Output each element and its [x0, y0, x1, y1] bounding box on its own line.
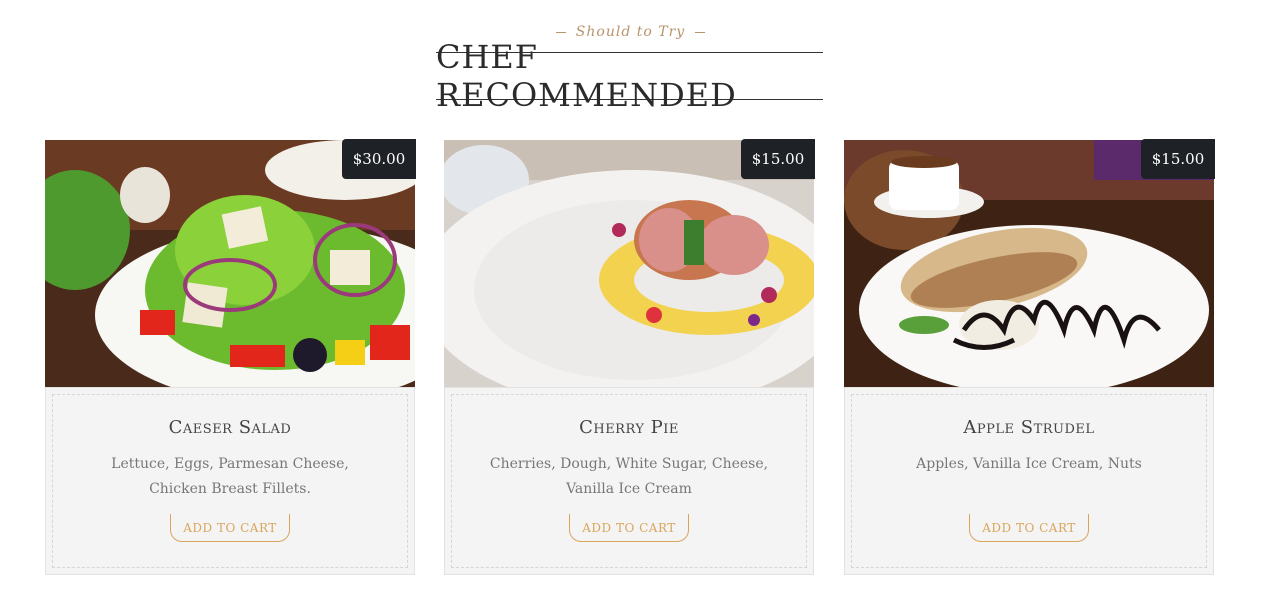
- dish-info-panel: Apple Strudel Apples, Vanilla Ice Cream,…: [844, 387, 1214, 575]
- dish-description: Cherries, Dough, White Sugar, Cheese, Va…: [489, 456, 769, 497]
- section-title-frame: CHEF RECOMMENDED: [436, 38, 823, 114]
- dish-card-apple-strudel: $15.00 Apple Strudel Apples, Vanilla Ice…: [844, 139, 1215, 575]
- add-to-cart-button[interactable]: ADD TO CART: [569, 514, 689, 542]
- dish-name: Apple Strudel: [963, 417, 1095, 438]
- dish-description: Apples, Vanilla Ice Cream, Nuts: [916, 456, 1142, 472]
- add-to-cart-button[interactable]: ADD TO CART: [170, 514, 290, 542]
- dish-info-panel: Cherry Pie Cherries, Dough, White Sugar,…: [444, 387, 814, 575]
- price-badge: $15.00: [1141, 139, 1215, 179]
- price-badge: $30.00: [342, 139, 416, 179]
- dish-description: Lettuce, Eggs, Parmesan Cheese, Chicken …: [111, 456, 349, 497]
- dish-name: Cherry Pie: [579, 417, 679, 438]
- dish-info-panel: Caeser Salad Lettuce, Eggs, Parmesan Che…: [45, 387, 415, 575]
- price-badge: $15.00: [741, 139, 815, 179]
- dash-left-icon: [555, 31, 566, 33]
- dish-card-caeser-salad: $30.00 Caeser Salad Lettuce, Eggs, Parme…: [45, 139, 416, 575]
- dish-info-border: Cherry Pie Cherries, Dough, White Sugar,…: [451, 394, 807, 568]
- dish-card-cherry-pie: $15.00 Cherry Pie Cherries, Dough, White…: [444, 139, 815, 575]
- dish-info-border: Caeser Salad Lettuce, Eggs, Parmesan Che…: [52, 394, 408, 568]
- dish-name: Caeser Salad: [168, 417, 292, 438]
- section-title: CHEF RECOMMENDED: [436, 38, 737, 114]
- dish-info-border: Apple Strudel Apples, Vanilla Ice Cream,…: [851, 394, 1207, 568]
- dash-right-icon: [695, 31, 706, 33]
- add-to-cart-button[interactable]: ADD TO CART: [969, 514, 1089, 542]
